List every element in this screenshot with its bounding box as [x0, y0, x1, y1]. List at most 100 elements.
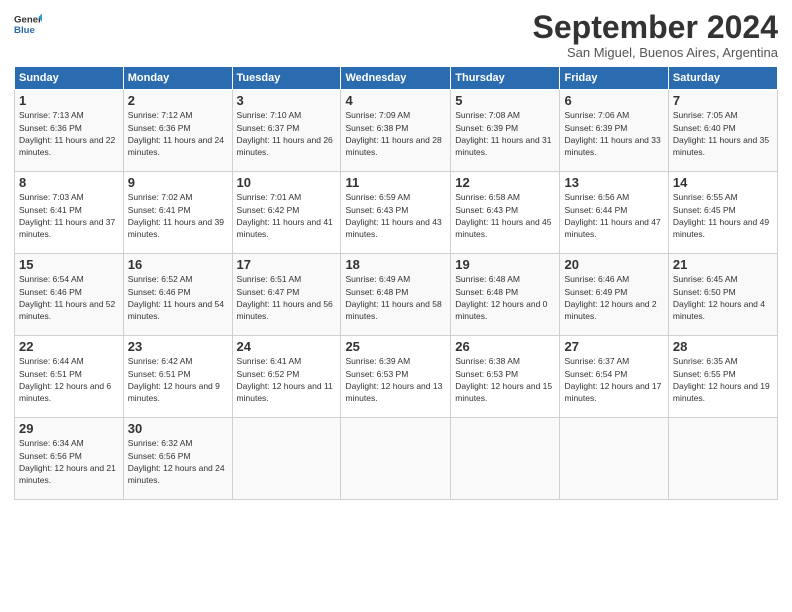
day-info: Sunrise: 6:42 AMSunset: 6:51 PMDaylight:… [128, 355, 228, 404]
day-info: Sunrise: 6:44 AMSunset: 6:51 PMDaylight:… [19, 355, 119, 404]
table-row: 1Sunrise: 7:13 AMSunset: 6:36 PMDaylight… [15, 90, 124, 172]
day-number: 18 [345, 257, 446, 272]
col-saturday: Saturday [668, 67, 777, 90]
day-number: 21 [673, 257, 773, 272]
calendar-week-row: 22Sunrise: 6:44 AMSunset: 6:51 PMDayligh… [15, 336, 778, 418]
day-number: 1 [19, 93, 119, 108]
day-info: Sunrise: 7:08 AMSunset: 6:39 PMDaylight:… [455, 109, 555, 158]
day-info: Sunrise: 6:32 AMSunset: 6:56 PMDaylight:… [128, 437, 228, 486]
day-info: Sunrise: 6:48 AMSunset: 6:48 PMDaylight:… [455, 273, 555, 322]
col-tuesday: Tuesday [232, 67, 341, 90]
day-info: Sunrise: 6:35 AMSunset: 6:55 PMDaylight:… [673, 355, 773, 404]
table-row: 14Sunrise: 6:55 AMSunset: 6:45 PMDayligh… [668, 172, 777, 254]
col-wednesday: Wednesday [341, 67, 451, 90]
day-number: 25 [345, 339, 446, 354]
day-number: 14 [673, 175, 773, 190]
day-info: Sunrise: 6:55 AMSunset: 6:45 PMDaylight:… [673, 191, 773, 240]
day-info: Sunrise: 7:03 AMSunset: 6:41 PMDaylight:… [19, 191, 119, 240]
day-info: Sunrise: 7:09 AMSunset: 6:38 PMDaylight:… [345, 109, 446, 158]
day-info: Sunrise: 6:34 AMSunset: 6:56 PMDaylight:… [19, 437, 119, 486]
table-row: 19Sunrise: 6:48 AMSunset: 6:48 PMDayligh… [451, 254, 560, 336]
day-number: 3 [237, 93, 337, 108]
day-number: 30 [128, 421, 228, 436]
day-info: Sunrise: 7:01 AMSunset: 6:42 PMDaylight:… [237, 191, 337, 240]
day-number: 11 [345, 175, 446, 190]
page-title: September 2024 [533, 10, 778, 45]
table-row: 15Sunrise: 6:54 AMSunset: 6:46 PMDayligh… [15, 254, 124, 336]
day-info: Sunrise: 6:37 AMSunset: 6:54 PMDaylight:… [564, 355, 663, 404]
day-info: Sunrise: 6:59 AMSunset: 6:43 PMDaylight:… [345, 191, 446, 240]
table-row: 30Sunrise: 6:32 AMSunset: 6:56 PMDayligh… [123, 418, 232, 500]
day-number: 2 [128, 93, 228, 108]
table-row: 20Sunrise: 6:46 AMSunset: 6:49 PMDayligh… [560, 254, 668, 336]
calendar-week-row: 1Sunrise: 7:13 AMSunset: 6:36 PMDaylight… [15, 90, 778, 172]
col-friday: Friday [560, 67, 668, 90]
day-number: 4 [345, 93, 446, 108]
day-number: 10 [237, 175, 337, 190]
day-info: Sunrise: 6:39 AMSunset: 6:53 PMDaylight:… [345, 355, 446, 404]
day-info: Sunrise: 6:38 AMSunset: 6:53 PMDaylight:… [455, 355, 555, 404]
day-number: 8 [19, 175, 119, 190]
calendar-header-row: Sunday Monday Tuesday Wednesday Thursday… [15, 67, 778, 90]
day-info: Sunrise: 7:02 AMSunset: 6:41 PMDaylight:… [128, 191, 228, 240]
table-row: 13Sunrise: 6:56 AMSunset: 6:44 PMDayligh… [560, 172, 668, 254]
table-row: 11Sunrise: 6:59 AMSunset: 6:43 PMDayligh… [341, 172, 451, 254]
day-number: 26 [455, 339, 555, 354]
table-row: 3Sunrise: 7:10 AMSunset: 6:37 PMDaylight… [232, 90, 341, 172]
svg-text:Blue: Blue [14, 25, 35, 36]
table-row: 29Sunrise: 6:34 AMSunset: 6:56 PMDayligh… [15, 418, 124, 500]
svg-text:General: General [14, 14, 42, 25]
logo-icon: General Blue [14, 10, 42, 38]
day-info: Sunrise: 7:10 AMSunset: 6:37 PMDaylight:… [237, 109, 337, 158]
table-row: 6Sunrise: 7:06 AMSunset: 6:39 PMDaylight… [560, 90, 668, 172]
day-number: 20 [564, 257, 663, 272]
table-row: 18Sunrise: 6:49 AMSunset: 6:48 PMDayligh… [341, 254, 451, 336]
table-row [341, 418, 451, 500]
day-info: Sunrise: 6:58 AMSunset: 6:43 PMDaylight:… [455, 191, 555, 240]
logo: General Blue [14, 10, 42, 38]
table-row: 26Sunrise: 6:38 AMSunset: 6:53 PMDayligh… [451, 336, 560, 418]
table-row [451, 418, 560, 500]
table-row [232, 418, 341, 500]
page-subtitle: San Miguel, Buenos Aires, Argentina [533, 45, 778, 60]
day-number: 23 [128, 339, 228, 354]
day-info: Sunrise: 6:45 AMSunset: 6:50 PMDaylight:… [673, 273, 773, 322]
day-number: 15 [19, 257, 119, 272]
col-monday: Monday [123, 67, 232, 90]
table-row: 8Sunrise: 7:03 AMSunset: 6:41 PMDaylight… [15, 172, 124, 254]
day-number: 12 [455, 175, 555, 190]
calendar-week-row: 8Sunrise: 7:03 AMSunset: 6:41 PMDaylight… [15, 172, 778, 254]
calendar-week-row: 29Sunrise: 6:34 AMSunset: 6:56 PMDayligh… [15, 418, 778, 500]
table-row: 25Sunrise: 6:39 AMSunset: 6:53 PMDayligh… [341, 336, 451, 418]
title-area: September 2024 San Miguel, Buenos Aires,… [533, 10, 778, 60]
day-number: 27 [564, 339, 663, 354]
day-number: 19 [455, 257, 555, 272]
day-number: 13 [564, 175, 663, 190]
table-row [560, 418, 668, 500]
day-number: 28 [673, 339, 773, 354]
header: General Blue September 2024 San Miguel, … [14, 10, 778, 60]
table-row: 24Sunrise: 6:41 AMSunset: 6:52 PMDayligh… [232, 336, 341, 418]
day-number: 22 [19, 339, 119, 354]
day-number: 6 [564, 93, 663, 108]
day-info: Sunrise: 7:06 AMSunset: 6:39 PMDaylight:… [564, 109, 663, 158]
day-number: 9 [128, 175, 228, 190]
day-info: Sunrise: 6:51 AMSunset: 6:47 PMDaylight:… [237, 273, 337, 322]
table-row: 22Sunrise: 6:44 AMSunset: 6:51 PMDayligh… [15, 336, 124, 418]
table-row: 9Sunrise: 7:02 AMSunset: 6:41 PMDaylight… [123, 172, 232, 254]
col-sunday: Sunday [15, 67, 124, 90]
table-row: 10Sunrise: 7:01 AMSunset: 6:42 PMDayligh… [232, 172, 341, 254]
day-info: Sunrise: 7:12 AMSunset: 6:36 PMDaylight:… [128, 109, 228, 158]
day-number: 7 [673, 93, 773, 108]
day-number: 29 [19, 421, 119, 436]
day-info: Sunrise: 6:46 AMSunset: 6:49 PMDaylight:… [564, 273, 663, 322]
day-info: Sunrise: 7:05 AMSunset: 6:40 PMDaylight:… [673, 109, 773, 158]
table-row: 28Sunrise: 6:35 AMSunset: 6:55 PMDayligh… [668, 336, 777, 418]
table-row: 23Sunrise: 6:42 AMSunset: 6:51 PMDayligh… [123, 336, 232, 418]
table-row: 21Sunrise: 6:45 AMSunset: 6:50 PMDayligh… [668, 254, 777, 336]
day-info: Sunrise: 6:49 AMSunset: 6:48 PMDaylight:… [345, 273, 446, 322]
calendar-week-row: 15Sunrise: 6:54 AMSunset: 6:46 PMDayligh… [15, 254, 778, 336]
table-row [668, 418, 777, 500]
day-info: Sunrise: 6:56 AMSunset: 6:44 PMDaylight:… [564, 191, 663, 240]
table-row: 2Sunrise: 7:12 AMSunset: 6:36 PMDaylight… [123, 90, 232, 172]
